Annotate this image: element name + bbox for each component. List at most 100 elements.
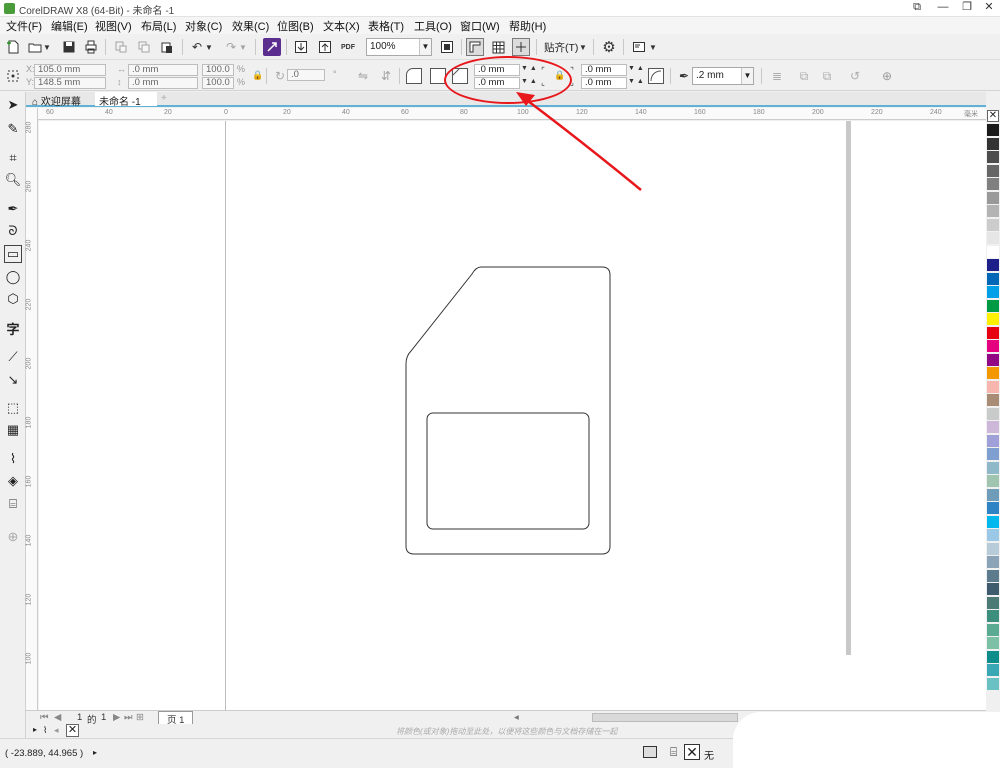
rounded-rectangle-chip[interactable] bbox=[426, 412, 590, 530]
y-position-field[interactable]: 148.5 mm bbox=[34, 77, 106, 89]
fill-none-swatch-icon[interactable]: ✕ bbox=[684, 744, 700, 760]
sim-card-outline[interactable] bbox=[405, 266, 611, 555]
color-swatch[interactable] bbox=[987, 340, 999, 352]
mirror-vertical-icon[interactable]: ⇵ bbox=[377, 67, 395, 85]
minimize-button[interactable]: — bbox=[932, 0, 954, 16]
import-icon[interactable] bbox=[292, 38, 310, 56]
color-swatch[interactable] bbox=[987, 448, 999, 460]
color-swatch[interactable] bbox=[987, 475, 999, 487]
parallel-dimension-tool-icon[interactable]: ⟋ bbox=[4, 348, 22, 366]
corner-radius-bottom-right-field[interactable]: .0 mm bbox=[581, 77, 627, 89]
menu-layout[interactable]: 布局(L) bbox=[141, 18, 176, 34]
add-circle-icon[interactable]: ⊕ bbox=[878, 67, 896, 85]
color-swatch[interactable] bbox=[987, 272, 999, 285]
open-dropdown-chevron-down-icon[interactable]: ▼ bbox=[42, 38, 52, 56]
color-proofing-icon[interactable] bbox=[643, 746, 657, 758]
menu-table[interactable]: 表格(T) bbox=[368, 18, 404, 34]
mirror-horizontal-icon[interactable]: ⇋ bbox=[354, 67, 372, 85]
menu-help[interactable]: 帮助(H) bbox=[509, 18, 546, 34]
pick-tool-icon[interactable]: ➤ bbox=[4, 96, 22, 114]
color-swatch[interactable] bbox=[987, 205, 999, 217]
status-expand-icon[interactable]: ▸ bbox=[93, 748, 97, 757]
menu-tools[interactable]: 工具(O) bbox=[414, 18, 452, 34]
color-swatch[interactable] bbox=[987, 677, 999, 690]
color-swatch[interactable] bbox=[987, 313, 999, 325]
new-document-icon[interactable] bbox=[4, 38, 22, 56]
color-swatch[interactable] bbox=[987, 299, 999, 312]
polygon-tool-icon[interactable]: ⬡ bbox=[4, 290, 22, 308]
color-swatch[interactable] bbox=[987, 232, 999, 244]
color-swatch[interactable] bbox=[987, 394, 999, 406]
scale-width-field[interactable]: 100.0 bbox=[202, 64, 234, 76]
zoom-tool-icon[interactable]: 🔍︎ bbox=[4, 171, 22, 189]
color-swatch[interactable] bbox=[987, 461, 999, 474]
show-grid-icon[interactable] bbox=[489, 38, 507, 56]
save-icon[interactable] bbox=[60, 38, 78, 56]
color-swatch[interactable] bbox=[987, 178, 999, 190]
transparency-tool-icon[interactable]: ▦ bbox=[4, 421, 22, 439]
color-swatch[interactable] bbox=[987, 664, 999, 676]
color-swatch[interactable] bbox=[987, 637, 999, 649]
eyedropper-small-icon[interactable]: ⌇ bbox=[43, 725, 47, 736]
show-rulers-icon[interactable] bbox=[466, 38, 484, 56]
rotation-angle-field[interactable]: .0 bbox=[287, 69, 325, 81]
eyedropper-tool-icon[interactable]: ⌇ bbox=[4, 450, 22, 468]
no-color-swatch-icon[interactable]: ✕ bbox=[987, 110, 999, 122]
menu-file[interactable]: 文件(F) bbox=[6, 18, 42, 34]
color-swatch[interactable] bbox=[987, 191, 999, 204]
height-field[interactable]: .0 mm bbox=[128, 77, 198, 89]
color-swatch[interactable] bbox=[987, 245, 999, 258]
last-page-icon[interactable]: ⏭ bbox=[124, 712, 133, 723]
color-swatch[interactable] bbox=[987, 164, 999, 177]
smart-fill-tool-icon[interactable]: ⌸ bbox=[4, 495, 22, 513]
add-page-icon[interactable]: ⊞ bbox=[136, 712, 144, 723]
convert-to-curves-icon[interactable]: ↺ bbox=[846, 67, 864, 85]
previous-page-icon[interactable]: ◀ bbox=[54, 712, 61, 723]
paste-icon[interactable] bbox=[158, 38, 176, 56]
launcher-dropdown-chevron-down-icon[interactable]: ▼ bbox=[648, 38, 658, 56]
color-swatch[interactable] bbox=[987, 380, 999, 393]
color-swatch[interactable] bbox=[987, 542, 999, 555]
publish-pdf-icon[interactable]: PDF bbox=[339, 38, 357, 56]
color-swatch[interactable] bbox=[987, 610, 999, 622]
scale-height-field[interactable]: 100.0 bbox=[202, 77, 234, 89]
lock-ratio-icon[interactable]: 🔒 bbox=[252, 70, 263, 81]
menu-text[interactable]: 文本(X) bbox=[323, 18, 360, 34]
menu-effects[interactable]: 效果(C) bbox=[232, 18, 269, 34]
drop-shadow-tool-icon[interactable]: ⬚ bbox=[4, 399, 22, 417]
tab-document[interactable]: 未命名 -1 bbox=[95, 92, 157, 108]
to-front-icon[interactable]: ⧉ bbox=[795, 67, 813, 85]
menu-edit[interactable]: 编辑(E) bbox=[51, 18, 88, 34]
swatch-left-icon[interactable]: ◂ bbox=[54, 725, 59, 736]
color-swatch[interactable] bbox=[987, 151, 999, 163]
color-swatch[interactable] bbox=[987, 650, 999, 663]
color-swatch[interactable] bbox=[987, 326, 999, 339]
first-page-icon[interactable]: ⏮ bbox=[40, 712, 49, 723]
to-back-icon[interactable]: ⧉ bbox=[818, 67, 836, 85]
snap-to-button[interactable]: 贴齐(T) bbox=[544, 40, 578, 55]
x-position-field[interactable]: 105.0 mm bbox=[34, 64, 106, 76]
rectangle-tool-icon[interactable]: ▭ bbox=[4, 245, 22, 263]
undo-dropdown-chevron-down-icon[interactable]: ▼ bbox=[204, 38, 214, 56]
color-swatch[interactable] bbox=[987, 529, 999, 541]
show-guidelines-icon[interactable] bbox=[512, 38, 530, 56]
next-page-icon[interactable]: ▶ bbox=[113, 712, 120, 723]
close-button[interactable]: ✕ bbox=[978, 0, 1000, 16]
shape-tool-icon[interactable]: ✎ bbox=[4, 120, 22, 138]
color-swatch[interactable] bbox=[987, 596, 999, 609]
cut-icon[interactable] bbox=[112, 38, 130, 56]
menu-view[interactable]: 视图(V) bbox=[95, 18, 132, 34]
tab-welcome-screen[interactable]: ⌂ 欢迎屏幕 bbox=[28, 92, 85, 108]
relative-corner-scaling-icon[interactable] bbox=[648, 68, 664, 84]
width-field[interactable]: .0 mm bbox=[128, 64, 198, 76]
color-swatch[interactable] bbox=[987, 259, 999, 271]
round-corner-icon[interactable] bbox=[406, 68, 422, 84]
horizontal-scrollbar[interactable] bbox=[592, 713, 738, 722]
artistic-media-tool-icon[interactable]: ᘐ bbox=[4, 222, 22, 240]
horizontal-ruler[interactable]: 60 40 20 0 20 40 60 80 100 120 140 160 1… bbox=[38, 108, 986, 120]
color-swatch[interactable] bbox=[987, 569, 999, 582]
color-swatch[interactable] bbox=[987, 583, 999, 595]
text-wrap-icon[interactable]: ≣ bbox=[768, 67, 786, 85]
outline-width-dropdown[interactable]: .2 mm ▼ bbox=[692, 67, 754, 85]
menu-bitmap[interactable]: 位图(B) bbox=[277, 18, 314, 34]
